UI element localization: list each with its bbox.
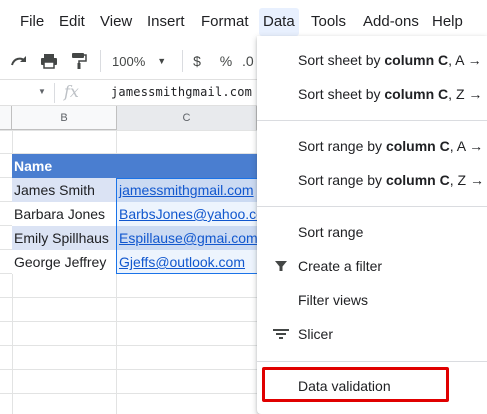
sort-sheet-az-suffix: , A → bbox=[448, 52, 482, 68]
sort-sheet-az-prefix: Sort sheet by bbox=[298, 52, 385, 68]
toolbar-separator bbox=[100, 50, 101, 72]
paint-format-icon[interactable] bbox=[66, 50, 92, 72]
menu-file[interactable]: File bbox=[16, 12, 48, 32]
slicer-icon bbox=[271, 318, 291, 350]
toolbar-separator bbox=[182, 50, 183, 72]
sort-range-az-column: column C bbox=[385, 138, 450, 154]
sort-sheet-az-column: column C bbox=[384, 52, 449, 68]
sort-range-za-column: column C bbox=[385, 172, 450, 188]
filter-icon bbox=[271, 250, 291, 282]
column-header-b[interactable]: B bbox=[12, 106, 117, 130]
menu-insert[interactable]: Insert bbox=[143, 12, 189, 32]
name-cell[interactable]: George Jeffrey bbox=[12, 250, 117, 274]
email-cell[interactable]: BarbsJones@yahoo.com bbox=[117, 202, 257, 226]
zoom-select[interactable]: 100% ▼ bbox=[112, 50, 174, 72]
menu-item-sort-range-za[interactable]: Sort range by column C, Z → bbox=[257, 164, 487, 196]
menu-item-filter-views[interactable]: Filter views bbox=[257, 284, 487, 316]
sort-range-az-prefix: Sort range by bbox=[298, 138, 386, 154]
email-cell[interactable]: Espillause@gmai.com bbox=[117, 226, 257, 250]
sort-range-az-suffix: , A → bbox=[449, 138, 484, 154]
header-cell-name[interactable]: Name bbox=[12, 154, 117, 178]
table-row: Emily Spillhaus Espillause@gmai.com bbox=[12, 226, 257, 250]
column-header-c[interactable]: C bbox=[117, 106, 257, 130]
slicer-label: Slicer bbox=[298, 326, 334, 342]
menu-item-data-validation[interactable]: Data validation bbox=[257, 370, 487, 402]
email-cell[interactable]: Gjeffs@outlook.com bbox=[117, 250, 257, 274]
print-icon[interactable] bbox=[36, 50, 62, 72]
create-filter-label: Create a filter bbox=[298, 258, 383, 274]
menu-format[interactable]: Format bbox=[197, 12, 253, 32]
menu-edit[interactable]: Edit bbox=[55, 12, 89, 32]
menu-item-sort-range-az[interactable]: Sort range by column C, A → bbox=[257, 130, 487, 162]
sort-sheet-za-prefix: Sort sheet by bbox=[298, 86, 385, 102]
menu-item-slicer[interactable]: Slicer bbox=[257, 318, 487, 350]
menu-item-sort-sheet-za[interactable]: Sort sheet by column C, Z → bbox=[257, 78, 487, 110]
sort-range-za-prefix: Sort range by bbox=[298, 172, 386, 188]
name-cell[interactable]: James Smith bbox=[12, 178, 117, 202]
sort-sheet-za-suffix: , Z → bbox=[448, 86, 483, 102]
sort-range-za-suffix: , Z → bbox=[449, 172, 484, 188]
menu-separator bbox=[257, 120, 487, 121]
table-row: George Jeffrey Gjeffs@outlook.com bbox=[12, 250, 257, 274]
menu-help[interactable]: Help bbox=[428, 12, 467, 32]
formula-separator bbox=[54, 83, 55, 103]
data-menu-dropdown: Sort sheet by column C, A → Sort sheet b… bbox=[257, 36, 487, 414]
menu-tools[interactable]: Tools bbox=[307, 12, 350, 32]
menu-data[interactable]: Data bbox=[259, 8, 299, 36]
table-row: Barbara Jones BarbsJones@yahoo.com bbox=[12, 202, 257, 226]
menu-item-create-filter[interactable]: Create a filter bbox=[257, 250, 487, 282]
email-cell[interactable]: jamessmithgmail.com bbox=[117, 178, 257, 202]
decimal-format-button[interactable]: .0 bbox=[242, 50, 256, 72]
menu-view[interactable]: View bbox=[96, 12, 136, 32]
percent-format-button[interactable]: % bbox=[216, 50, 236, 72]
zoom-value: 100% bbox=[112, 53, 146, 69]
fx-label: fx bbox=[64, 82, 79, 101]
chevron-down-icon: ▼ bbox=[157, 56, 167, 66]
menu-item-sort-range[interactable]: Sort range bbox=[257, 216, 487, 248]
menu-addons[interactable]: Add-ons bbox=[359, 12, 423, 32]
table-row: James Smith jamessmithgmail.com bbox=[12, 178, 257, 202]
redo-icon[interactable] bbox=[6, 50, 32, 72]
currency-format-button[interactable]: $ bbox=[188, 50, 206, 72]
table-header-row: Name bbox=[12, 154, 257, 178]
header-cell-email[interactable] bbox=[117, 154, 257, 178]
menu-separator bbox=[257, 361, 487, 362]
menu-item-sort-sheet-az[interactable]: Sort sheet by column C, A → bbox=[257, 44, 487, 76]
name-box-dropdown-icon[interactable]: ▼ bbox=[38, 87, 46, 96]
formula-input[interactable]: jamessmithgmail.com bbox=[111, 85, 252, 99]
menu-separator bbox=[257, 206, 487, 207]
sort-sheet-za-column: column C bbox=[384, 86, 449, 102]
name-cell[interactable]: Emily Spillhaus bbox=[12, 226, 117, 250]
name-cell[interactable]: Barbara Jones bbox=[12, 202, 117, 226]
row-header-corner[interactable] bbox=[0, 106, 12, 130]
